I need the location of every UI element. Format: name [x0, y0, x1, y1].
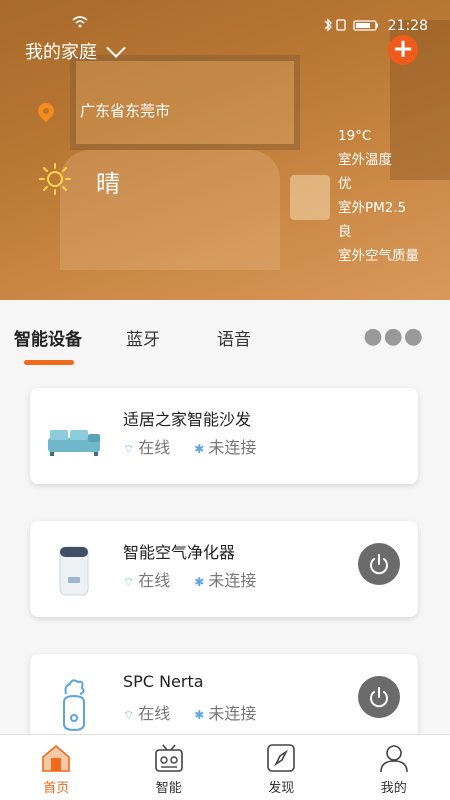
home-selector[interactable]: 我的家庭 — [25, 38, 126, 64]
sofa-icon — [44, 408, 104, 468]
active-tab-indicator — [24, 360, 74, 365]
background-lamp — [290, 175, 330, 220]
online-status: ⌔ 在线 — [123, 567, 170, 591]
stat-air-quality-label: 室外空气质量 — [338, 248, 419, 264]
stat-temperature-label: 室外温度 — [338, 152, 392, 168]
add-device-button[interactable]: + — [388, 35, 418, 65]
outdoor-stats: 19°C 室外温度 优 室外PM2.5 良 室外空气质量 — [338, 124, 419, 268]
bluetooth-status: ✱ 未连接 — [194, 700, 256, 724]
tab-smart-devices[interactable]: 智能设备 — [14, 325, 82, 350]
online-text: 在线 — [138, 704, 171, 723]
bluetooth-status: ✱ 未连接 — [194, 434, 256, 458]
status-time: 21:28 — [387, 18, 428, 34]
sun-icon — [38, 162, 72, 201]
online-text: 在线 — [138, 438, 171, 457]
stat-pm25-label: 室外PM2.5 — [338, 200, 407, 216]
nav-label: 首页 — [43, 781, 70, 796]
device-name: SPC Nerta — [123, 672, 204, 691]
bluetooth-icon: ✱ — [194, 575, 205, 589]
bluetooth-text: 未连接 — [208, 704, 257, 723]
location-text: 广东省东莞市 — [80, 102, 171, 120]
power-icon — [370, 687, 388, 708]
stat-temperature-value: 19°C — [338, 128, 372, 144]
user-icon — [378, 743, 410, 773]
stat-air-quality-value: 良 — [338, 224, 352, 240]
device-tabs: 智能设备 蓝牙 语音 ●●● — [0, 300, 450, 370]
bluetooth-text: 未连接 — [208, 438, 257, 457]
wifi-icon: ⌔ — [123, 442, 135, 456]
nav-home[interactable]: 首页 — [0, 735, 113, 800]
compass-icon — [265, 743, 297, 773]
home-icon — [40, 743, 72, 773]
power-button[interactable] — [358, 543, 400, 585]
device-name: 适居之家智能沙发 — [123, 410, 252, 429]
bottom-nav: 首页 智能 发现 我的 — [0, 734, 450, 800]
wifi-icon: ⌔ — [123, 708, 135, 722]
air-purifier-icon — [44, 541, 104, 601]
weather-header: 21:28 我的家庭 + 广东省东莞市 晴 19°C 室外温度 优 室外PM2.… — [0, 0, 450, 300]
tab-bluetooth[interactable]: 蓝牙 — [126, 325, 160, 350]
wifi-icon: ⌔ — [123, 575, 135, 589]
nav-smart[interactable]: 智能 — [113, 735, 226, 800]
weather: 晴 — [38, 162, 120, 201]
nav-label: 我的 — [380, 781, 407, 796]
stat-pm25-value: 优 — [338, 176, 352, 192]
online-text: 在线 — [138, 571, 171, 590]
nav-discover[interactable]: 发现 — [225, 735, 338, 800]
bluetooth-icon: ✱ — [194, 442, 205, 456]
online-status: ⌔ 在线 — [123, 434, 170, 458]
power-icon — [370, 554, 388, 575]
bluetooth-text: 未连接 — [208, 571, 257, 590]
humidifier-icon — [44, 674, 104, 734]
status-bar: 21:28 — [0, 18, 450, 38]
more-icon[interactable]: ●●● — [363, 324, 424, 349]
location: 广东省东莞市 — [34, 99, 171, 122]
status-icons — [322, 18, 382, 36]
chevron-down-icon — [106, 38, 126, 58]
device-card-air-purifier[interactable]: 智能空气净化器 ⌔ 在线 ✱ 未连接 — [30, 521, 418, 617]
device-status: ⌔ 在线 ✱ 未连接 — [123, 700, 256, 724]
nav-label: 智能 — [155, 781, 182, 796]
power-button[interactable] — [358, 676, 400, 718]
weather-condition: 晴 — [96, 170, 120, 198]
tab-voice[interactable]: 语音 — [217, 325, 251, 350]
device-card-sofa[interactable]: 适居之家智能沙发 ⌔ 在线 ✱ 未连接 — [30, 388, 418, 484]
home-title: 我的家庭 — [25, 42, 97, 63]
device-name: 智能空气净化器 — [123, 543, 236, 562]
nav-label: 发现 — [268, 781, 295, 796]
bluetooth-status: ✱ 未连接 — [194, 567, 256, 591]
online-status: ⌔ 在线 — [123, 700, 170, 724]
radio-icon — [153, 743, 185, 773]
location-pin-icon — [34, 99, 58, 122]
nav-me[interactable]: 我的 — [338, 735, 450, 800]
bluetooth-icon: ✱ — [194, 708, 205, 722]
device-status: ⌔ 在线 ✱ 未连接 — [123, 567, 256, 591]
device-status: ⌔ 在线 ✱ 未连接 — [123, 434, 256, 458]
